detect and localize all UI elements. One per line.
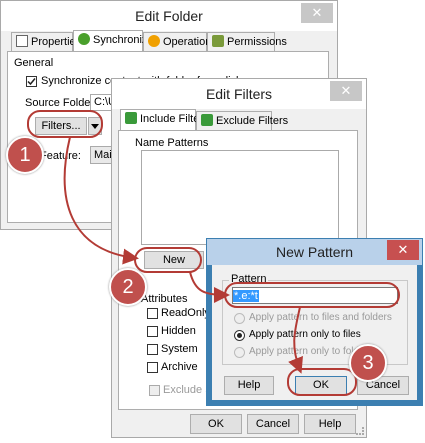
readonly-checkbox[interactable] [147,308,158,319]
tab-synchronize[interactable]: Synchronize [73,30,154,52]
edit-filters-cancel-button[interactable]: Cancel [247,414,299,434]
name-patterns-list[interactable] [141,150,339,245]
apply-only-files-label: Apply pattern only to files [249,329,361,340]
feature-label: Feature: [40,150,81,162]
apply-files-and-folders-radio[interactable] [234,313,245,324]
step-3-badge: 3 [349,344,387,382]
pattern-input[interactable]: *.e:*t [232,287,398,304]
filters-dropdown-button[interactable] [88,117,102,135]
properties-icon [16,35,28,47]
archive-checkbox[interactable] [147,362,158,373]
new-pattern-button[interactable]: New [144,251,204,269]
step-2-badge: 2 [109,268,147,306]
edit-folder-close-button[interactable]: ✕ [301,3,333,23]
tab-include-filters[interactable]: Include Filters [120,109,208,131]
new-pattern-title: New Pattern [275,244,354,260]
tab-permissions[interactable]: Permissions [207,32,287,52]
general-label: General [14,57,54,69]
edit-folder-titlebar: Edit Folder [1,1,337,31]
name-patterns-label: Name Patterns [135,137,209,149]
sync-checkbox[interactable] [26,76,37,87]
new-pattern-ok-button[interactable]: OK [295,376,347,395]
tab-properties[interactable]: Properties [11,32,81,52]
close-icon: ✕ [311,5,323,20]
tab-operations[interactable]: Operations [143,32,217,52]
chevron-down-icon [91,124,99,129]
include-arrow-icon [125,112,137,124]
edit-filters-close-button[interactable]: ✕ [330,81,362,101]
hidden-checkbox[interactable] [147,326,158,337]
sync-icon [78,33,90,45]
filters-button[interactable]: Filters... [35,117,87,135]
close-icon: ✕ [397,242,409,257]
tab-exclude-filters[interactable]: Exclude Filters [196,111,288,131]
hidden-label: Hidden [161,325,196,337]
new-pattern-dialog: New Pattern ✕ Pattern *.e:*t Apply patte… [206,238,423,406]
resize-grip-icon[interactable] [356,427,364,435]
exclude-arrow-icon [201,114,213,126]
attributes-label: Attributes [141,293,188,305]
edit-filters-titlebar: Edit Filters [112,79,366,109]
pattern-input-value: *.e:*t [233,290,259,302]
apply-only-files-radio[interactable] [234,330,245,341]
edit-filters-ok-button[interactable]: OK [190,414,242,434]
close-icon: ✕ [340,83,352,98]
exclude-subfolders-checkbox[interactable] [149,385,160,396]
archive-label: Archive [161,361,198,373]
pattern-label: Pattern [229,273,269,285]
apply-only-folders-radio[interactable] [234,347,245,358]
apply-files-and-folders-label: Apply pattern to files and folders [249,312,392,323]
source-folder-label: Source Folder: [25,97,98,109]
new-pattern-help-button[interactable]: Help [224,376,274,395]
new-pattern-close-button[interactable]: ✕ [387,240,419,260]
readonly-label: ReadOnly [161,307,210,319]
exclude-subfolders-label: Exclude Subfolders [163,384,211,396]
edit-folder-title: Edit Folder [135,8,203,24]
edit-filters-title: Edit Filters [205,86,273,102]
step-1-badge: 1 [6,136,44,174]
edit-filters-help-button[interactable]: Help [304,414,356,434]
system-label: System [161,343,198,355]
new-pattern-body: Pattern *.e:*t Apply pattern to files an… [212,265,417,400]
operations-icon [148,35,160,47]
system-checkbox[interactable] [147,344,158,355]
permissions-icon [212,35,224,47]
